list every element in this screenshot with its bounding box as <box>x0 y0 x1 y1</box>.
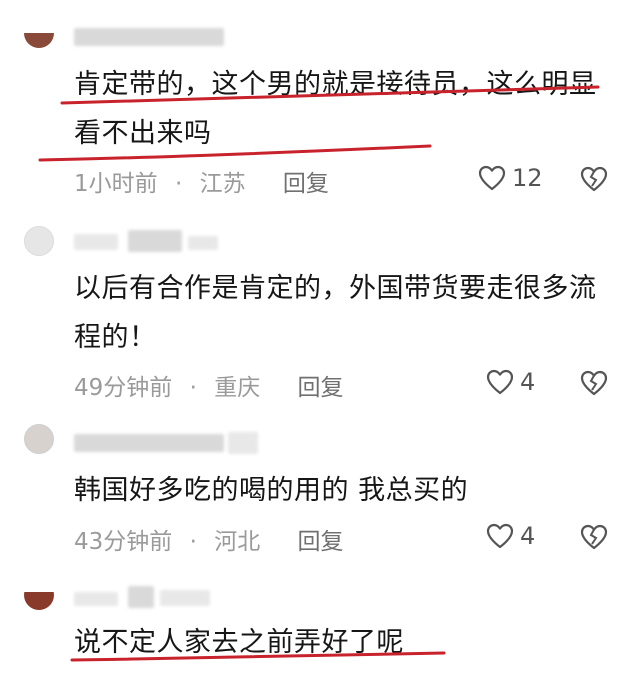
username-redacted[interactable] <box>74 592 118 606</box>
comment-time: 49分钟前 <box>74 375 173 401</box>
comment-location: 河北 <box>214 529 261 555</box>
reply-button[interactable]: 回复 <box>283 164 329 198</box>
comment-text: 以后有合作是肯定的，外国带货要走很多流程的！ <box>74 273 597 353</box>
heart-icon <box>486 523 514 549</box>
broken-heart-icon[interactable] <box>580 370 608 396</box>
comment-location: 江苏 <box>199 171 246 197</box>
like-count: 4 <box>520 368 536 396</box>
heart-icon <box>486 369 514 395</box>
comment-text: 肯定带的，这个男的就是接待员，这么明显看不出来吗 <box>74 69 597 149</box>
like-button[interactable]: 4 <box>486 368 535 396</box>
comment-time: 1小时前 <box>74 171 158 197</box>
like-button[interactable]: 4 <box>486 522 535 550</box>
separator: · <box>189 529 197 555</box>
comment-location: 重庆 <box>214 375 261 401</box>
avatar[interactable] <box>24 226 54 256</box>
separator: · <box>174 171 183 197</box>
comment-text: 韩国好多吃的喝的用的 我总买的 <box>74 475 469 506</box>
broken-heart-icon[interactable] <box>580 524 608 550</box>
avatar[interactable] <box>24 18 54 48</box>
like-count: 4 <box>520 522 536 550</box>
separator: · <box>189 375 197 401</box>
reply-button[interactable]: 回复 <box>298 368 344 402</box>
username-redacted[interactable] <box>74 28 224 46</box>
username-redacted[interactable] <box>188 236 218 250</box>
username-redacted[interactable] <box>228 432 258 454</box>
username-redacted[interactable] <box>128 230 182 252</box>
reply-button[interactable]: 回复 <box>298 522 344 556</box>
comment-meta: 43分钟前 · 河北 回复 <box>74 522 344 556</box>
like-button[interactable]: 12 <box>478 164 543 192</box>
heart-icon <box>478 165 506 191</box>
username-redacted[interactable] <box>74 434 224 452</box>
broken-heart-icon[interactable] <box>580 166 608 192</box>
comment-meta: 49分钟前 · 重庆 回复 <box>74 368 344 402</box>
comment-text: 说不定人家去之前弄好了呢 <box>74 627 404 658</box>
username-redacted[interactable] <box>160 590 210 606</box>
avatar[interactable] <box>24 424 54 454</box>
username-redacted[interactable] <box>74 234 118 250</box>
like-count: 12 <box>512 164 543 192</box>
comment-time: 43分钟前 <box>74 529 173 555</box>
comment-meta: 1小时前 · 江苏 回复 <box>74 164 329 198</box>
avatar[interactable] <box>24 580 54 610</box>
username-redacted[interactable] <box>128 586 154 608</box>
